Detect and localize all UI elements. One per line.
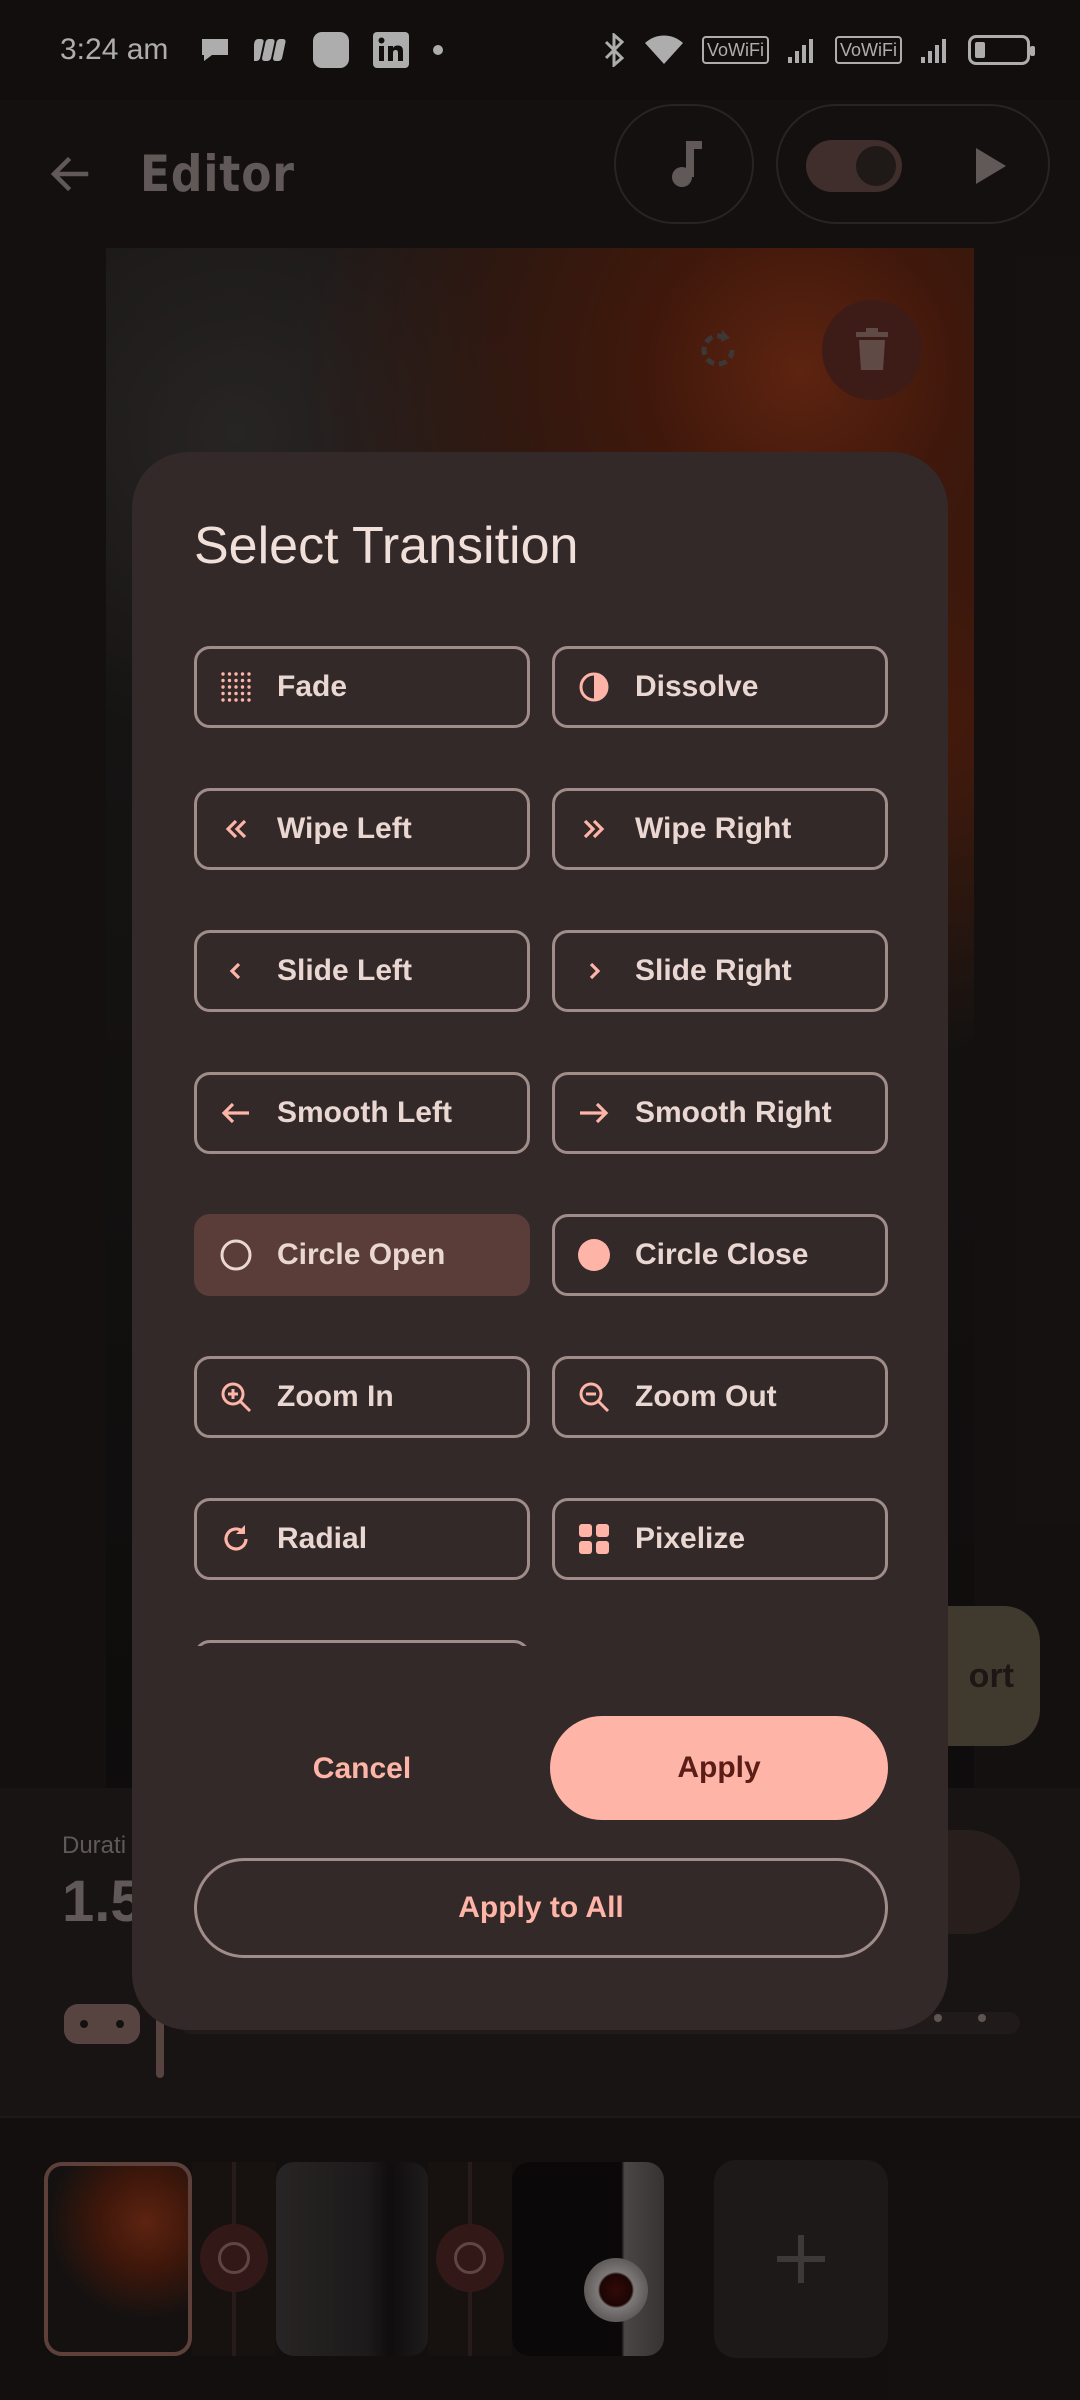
transition-option-pixelize[interactable]: Pixelize <box>552 1498 888 1580</box>
transition-option-smooth-left[interactable]: Smooth Left <box>194 1072 530 1154</box>
transition-option-label: Fade <box>277 670 348 703</box>
transition-option-zoom-out[interactable]: Zoom Out <box>552 1356 888 1438</box>
chevron-right-icon <box>577 954 611 988</box>
apply-to-all-button[interactable]: Apply to All <box>194 1858 888 1958</box>
dots-grid-icon <box>219 670 253 704</box>
transition-option-dissolve[interactable]: Dissolve <box>552 646 888 728</box>
circle-outline-icon <box>219 1238 253 1272</box>
half-circle-icon <box>577 670 611 704</box>
transition-option-label: Radial <box>277 1522 368 1555</box>
arrow-right-icon <box>577 1096 611 1130</box>
screen: 3:24 am VoWiFi VoWiFi Editor ort Durati … <box>0 0 1080 2400</box>
transition-option-label: Circle Close <box>635 1238 809 1271</box>
transition-options-list[interactable]: Fade Dissolve Wipe Left Wipe Right Slide Lef… <box>194 646 888 1646</box>
chevron-left-icon <box>219 954 253 988</box>
cancel-button[interactable]: Cancel <box>194 1718 530 1820</box>
zoom-in-icon <box>219 1380 253 1414</box>
transition-option-label: Smooth Left <box>277 1096 452 1129</box>
double-chevron-right-icon <box>577 812 611 846</box>
transition-option-wipe-left[interactable]: Wipe Left <box>194 788 530 870</box>
transition-option-circle-open[interactable]: Circle Open <box>194 1214 530 1296</box>
transition-option-slide-left[interactable]: Slide Left <box>194 930 530 1012</box>
refresh-icon <box>219 1522 253 1556</box>
grid-squares-icon <box>577 1522 611 1556</box>
transition-option-label: Wipe Right <box>635 812 792 845</box>
dialog-title: Select Transition <box>194 517 579 575</box>
transition-option-label: Dissolve <box>635 670 759 703</box>
arrow-left-icon <box>219 1096 253 1130</box>
transition-option-label: Slide Left <box>277 954 413 987</box>
transition-option-label: Slide Right <box>635 954 792 987</box>
transition-option-label: Wipe Left <box>277 812 412 845</box>
transition-option-wipe-right[interactable]: Wipe Right <box>552 788 888 870</box>
transition-option-label: Circle Open <box>277 1238 446 1271</box>
transition-option-fade[interactable]: Fade <box>194 646 530 728</box>
transition-option-slide-right[interactable]: Slide Right <box>552 930 888 1012</box>
zoom-out-icon <box>577 1380 611 1414</box>
transition-option-radial[interactable]: Radial <box>194 1498 530 1580</box>
transition-option-partial[interactable] <box>194 1640 530 1646</box>
transition-option-label: Zoom In <box>277 1380 394 1413</box>
transition-option-smooth-right[interactable]: Smooth Right <box>552 1072 888 1154</box>
transition-option-label: Zoom Out <box>635 1380 777 1413</box>
select-transition-dialog: Select Transition Fade Dissolve Wipe Left W… <box>132 452 948 2030</box>
apply-button[interactable]: Apply <box>550 1716 888 1820</box>
transition-option-label: Smooth Right <box>635 1096 832 1129</box>
transition-option-circle-close[interactable]: Circle Close <box>552 1214 888 1296</box>
double-chevron-left-icon <box>219 812 253 846</box>
transition-option-zoom-in[interactable]: Zoom In <box>194 1356 530 1438</box>
circle-filled-icon <box>577 1238 611 1272</box>
transition-option-label: Pixelize <box>635 1522 746 1555</box>
